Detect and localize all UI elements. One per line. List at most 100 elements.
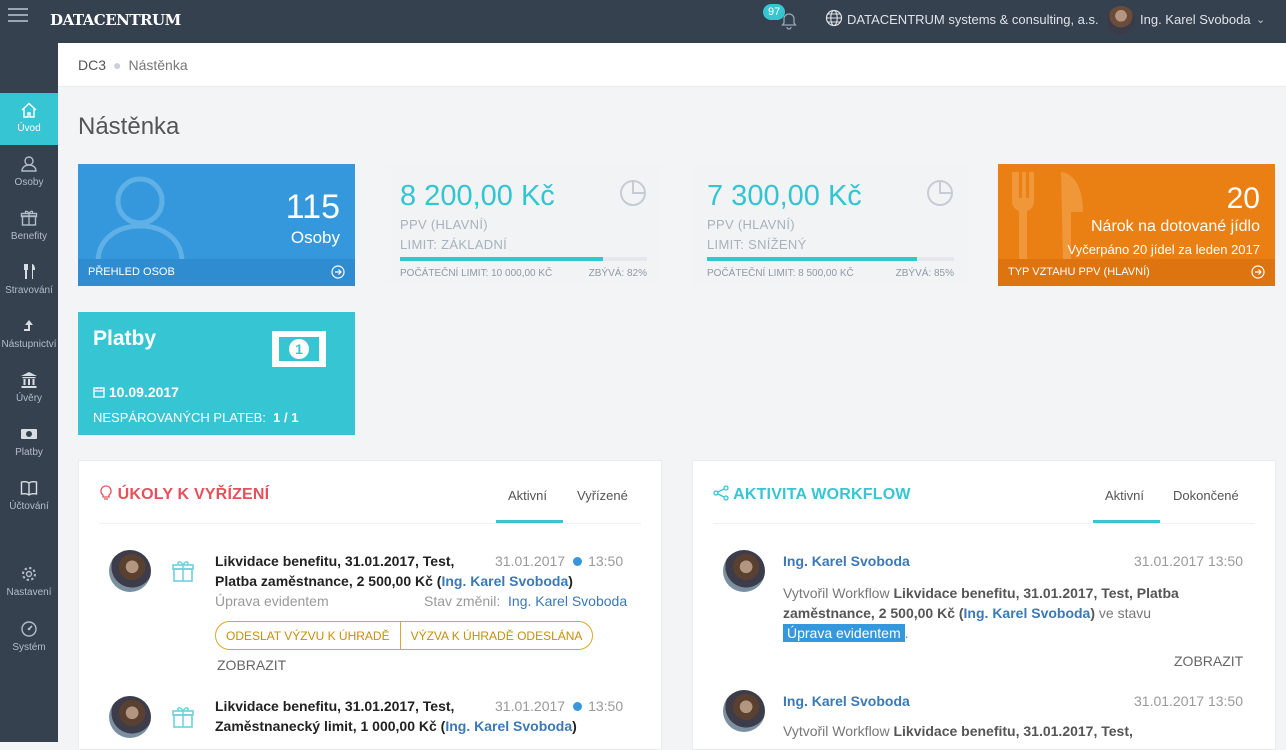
breadcrumb-current: Nástěnka <box>128 57 188 73</box>
tab-active[interactable]: Aktivní <box>1093 488 1160 523</box>
persons-footer-label: PŘEHLED OSOB <box>88 266 175 278</box>
workflow-user-link[interactable]: Ing. Karel Svoboda <box>783 553 910 569</box>
sidebar-item-uvery[interactable]: Úvěry <box>0 363 58 415</box>
workflow-user-link[interactable]: Ing. Karel Svoboda <box>783 693 910 709</box>
main-content: DC3 ● Nástěnka Nástěnka 115 Osoby PŘEHLED … <box>58 43 1286 750</box>
task-title-close: ) <box>572 718 577 734</box>
cutlery-icon <box>24 264 35 279</box>
meals-tile[interactable]: 20 Nárok na dotované jídlo Vyčerpáno 20 … <box>998 164 1275 286</box>
task-state: Úprava evidentem <box>215 593 329 609</box>
persons-footer[interactable]: PŘEHLED OSOB <box>78 259 355 286</box>
task-changed-by-link[interactable]: Ing. Karel Svoboda <box>508 593 627 609</box>
sidebar-item-benefity[interactable]: Benefity <box>0 201 58 253</box>
payments-unpaired-label: NESPÁROVANÝCH PLATEB: <box>93 410 266 425</box>
chevron-down-icon[interactable]: ⌄ <box>1256 13 1265 26</box>
ppv-basic-type: PPV (HLAVNÍ) <box>400 217 488 232</box>
show-button[interactable]: ZOBRAZIT <box>1174 653 1243 669</box>
breadcrumb-separator: ● <box>113 57 122 73</box>
tab-resolved[interactable]: Vyřízené <box>565 488 640 523</box>
page-title: Nástěnka <box>78 113 180 140</box>
task-title-line1[interactable]: Likvidace benefitu, 31.01.2017, Test, <box>215 698 454 714</box>
meals-used: Vyčerpáno 20 jídel za leden 2017 <box>1067 242 1261 257</box>
sidebar-item-stravovani[interactable]: Stravování <box>0 255 58 307</box>
avatar[interactable] <box>109 550 151 592</box>
task-title-line2[interactable]: Zaměstnanecký limit, 1 000,00 Kč (Ing. K… <box>215 718 577 734</box>
workflow-state-badge: Úprava evidentem <box>783 624 905 642</box>
sidebar-item-label: Nastavení <box>6 587 52 598</box>
ppv-basic-tile[interactable]: 8 200,00 Kč PPV (HLAVNÍ) LIMIT: ZÁKLADNÍ… <box>385 164 662 286</box>
tasks-title: ÚKOLY K VYŘÍZENÍ <box>99 485 269 504</box>
avatar[interactable] <box>109 696 151 738</box>
payments-unpaired-value: 1 / 1 <box>273 410 299 425</box>
workflow-bold-text: Likvidace benefitu, 31.01.2017, Test, <box>893 723 1133 739</box>
show-button[interactable]: ZOBRAZIT <box>217 657 286 673</box>
status-dot <box>573 702 583 711</box>
sidebar-item-osoby[interactable]: Osoby <box>0 147 58 199</box>
payment-request-sent-button[interactable]: VÝZVA K ÚHRADĚ ODESLÁNA <box>399 622 593 649</box>
sidebar-item-label: Benefity <box>10 231 48 242</box>
workflow-text: . <box>904 625 909 641</box>
ppv-reduced-tile[interactable]: 7 300,00 Kč PPV (HLAVNÍ) LIMIT: SNÍŽENÝ … <box>692 164 969 286</box>
payments-tile[interactable]: Platby 1 10.09.2017 NESPÁROVANÝCH PLATEB… <box>78 312 355 435</box>
workflow-bold-text: Likvidace benefitu, 31.01.2017, Test, Pl… <box>893 585 1179 601</box>
avatar[interactable] <box>723 690 765 732</box>
svg-text:1: 1 <box>295 341 303 357</box>
ppv-basic-progress <box>400 257 647 261</box>
breadcrumb-root[interactable]: DC3 <box>78 57 106 73</box>
workflow-description: Vytvořil Workflow Likvidace benefitu, 31… <box>783 583 1253 643</box>
lightbulb-icon <box>100 485 112 500</box>
divider <box>713 523 1255 524</box>
meals-footer[interactable]: TYP VZTAHU PPV (HLAVNÍ) <box>998 259 1275 286</box>
task-person-link[interactable]: Ing. Karel Svoboda <box>441 573 568 589</box>
sidebar-item-uctovani[interactable]: Účtování <box>0 471 58 523</box>
meals-footer-label: TYP VZTAHU PPV (HLAVNÍ) <box>1008 266 1150 278</box>
workflow-person-link[interactable]: Ing. Karel Svoboda <box>964 605 1091 621</box>
sidebar-item-platby[interactable]: Platby <box>0 417 58 469</box>
ppv-basic-amount: 8 200,00 Kč <box>400 180 555 212</box>
user-avatar[interactable] <box>1107 6 1135 34</box>
ppv-basic-limit: LIMIT: ZÁKLADNÍ <box>400 237 508 252</box>
task-person-link[interactable]: Ing. Karel Svoboda <box>445 718 572 734</box>
task-date: 31.01.2017 <box>495 553 566 569</box>
sidebar-item-system[interactable]: Systém <box>0 612 58 664</box>
book-icon <box>20 481 38 496</box>
send-payment-request-button[interactable]: ODESLAT VÝZVU K ÚHRADĚ <box>216 622 400 649</box>
arrow-circle-right-icon <box>331 265 345 279</box>
tasks-panel: ÚKOLY K VYŘÍZENÍ Aktivní Vyřízené Likvid… <box>78 460 662 750</box>
persons-count: 115 <box>285 188 340 226</box>
hamburger-menu-icon[interactable] <box>8 8 28 22</box>
persons-tile[interactable]: 115 Osoby PŘEHLED OSOB <box>78 164 355 286</box>
workflow-text: Vytvořil Workflow <box>783 723 894 739</box>
task-title-close: ) <box>568 573 573 589</box>
sidebar-item-label: Úvěry <box>15 393 43 404</box>
task-title-text: Platba zaměstnance, 2 500,00 Kč ( <box>215 573 442 589</box>
task-changed: Stav změnil: Ing. Karel Svoboda <box>424 593 627 609</box>
workflow-bold-text: zaměstnance, 2 500,00 Kč ( <box>783 605 964 621</box>
user-name[interactable]: Ing. Karel Svoboda <box>1140 12 1251 27</box>
sidebar-item-nastupnictvi[interactable]: Nástupnictví <box>0 309 58 361</box>
task-title-line1[interactable]: Likvidace benefitu, 31.01.2017, Test, <box>215 553 454 569</box>
company-name[interactable]: DATACENTRUM systems & consulting, a.s. <box>847 12 1099 27</box>
ppv-reduced-limit: LIMIT: SNÍŽENÝ <box>707 237 807 252</box>
ppv-reduced-progress-fill <box>707 257 917 261</box>
payments-date-value: 10.09.2017 <box>108 384 179 400</box>
bank-icon <box>21 372 37 388</box>
notification-badge[interactable]: 97 <box>763 4 786 20</box>
tab-active[interactable]: Aktivní <box>496 488 563 523</box>
user-silhouette-icon <box>95 176 185 263</box>
task-title-line2[interactable]: Platba zaměstnance, 2 500,00 Kč (Ing. Ka… <box>215 573 573 589</box>
tab-completed[interactable]: Dokončené <box>1161 488 1251 523</box>
persons-label: Osoby <box>290 228 340 247</box>
task-action-group: ODESLAT VÝZVU K ÚHRADĚ VÝZVA K ÚHRADĚ OD… <box>215 621 594 650</box>
avatar[interactable] <box>723 550 765 592</box>
sidebar-item-nastaveni[interactable]: Nastavení <box>0 557 58 609</box>
ppv-basic-progress-fill <box>400 257 603 261</box>
sidebar-item-uvod[interactable]: Úvod <box>0 93 66 145</box>
payments-title: Platby <box>93 327 157 350</box>
top-bar: DATACENTRUM 97 DATACENTRUM systems & con… <box>0 0 1286 43</box>
sidebar-item-label: Nástupnictví <box>1 339 57 350</box>
meals-entitlement: Nárok na dotované jídlo <box>1091 218 1260 235</box>
calendar-icon <box>93 387 105 398</box>
app-logo[interactable]: DATACENTRUM <box>50 11 181 29</box>
payments-date: 10.09.2017 <box>93 384 179 400</box>
